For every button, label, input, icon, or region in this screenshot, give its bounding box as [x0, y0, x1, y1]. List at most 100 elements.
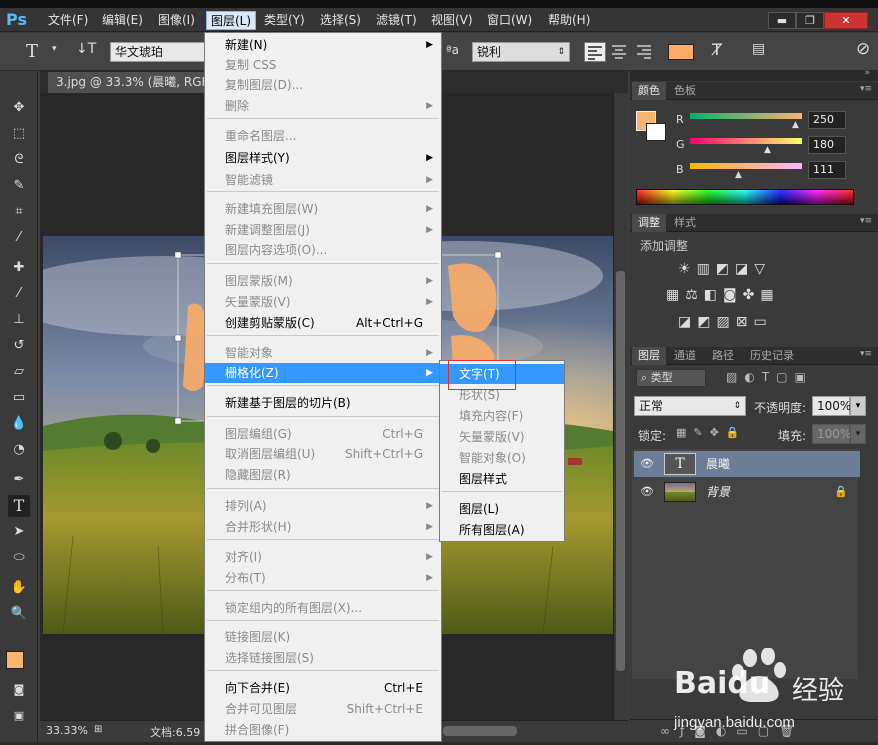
crop-tool-icon[interactable]: ⌗ — [8, 201, 30, 223]
menu-view[interactable]: 视图(V) — [427, 11, 477, 30]
menu-file[interactable]: 文件(F) — [44, 11, 92, 30]
layer-menu-item[interactable]: 分布(T) ▶ — [205, 568, 441, 588]
layer-menu-item[interactable]: 隐藏图层(R) — [205, 465, 441, 485]
layer-menu-item[interactable]: 复制图层(D)... — [205, 75, 441, 95]
curves-icon[interactable]: ◩ — [716, 261, 735, 277]
scrollbar-thumb[interactable] — [616, 271, 625, 671]
panel-menu-icon[interactable]: ▾≡ — [860, 216, 872, 226]
rasterize-submenu-item[interactable]: 填充内容(F) — [440, 406, 564, 426]
layer-menu-item[interactable]: 栅格化(Z) ▶ — [205, 363, 441, 383]
text-tool-preset-icon[interactable]: T — [26, 41, 38, 62]
align-center-button[interactable] — [609, 42, 631, 62]
lock-icons[interactable]: ▦✎✥🔒 — [676, 426, 747, 439]
dodge-tool-icon[interactable]: ◔ — [8, 439, 30, 461]
layer-menu-item[interactable]: 合并形状(H) ▶ — [205, 517, 441, 537]
green-value[interactable]: 180 — [808, 136, 846, 154]
document-tab[interactable]: 3.jpg @ 33.3% (晨曦, RGB/8 — [48, 72, 230, 93]
chevron-down-icon[interactable]: ▾ — [52, 44, 57, 54]
collapse-icon[interactable]: » — [864, 68, 870, 78]
layer-menu-item[interactable]: 拼合图像(F) — [205, 720, 441, 740]
layer-menu-item[interactable]: 新建填充图层(W) ▶ — [205, 199, 441, 219]
layer-menu-item[interactable]: 锁定组内的所有图层(X)... — [205, 598, 441, 618]
balance-icon[interactable]: ⚖ — [685, 287, 704, 303]
tab-layers[interactable]: 图层 — [632, 347, 666, 365]
adjustment-icons-row1[interactable]: ☀▥◩◪▽ — [678, 261, 771, 277]
screen-mode-icon[interactable]: ▣ — [8, 705, 30, 727]
zoom-tool-icon[interactable]: 🔍 — [8, 603, 30, 625]
rasterize-submenu-item[interactable]: 智能对象(O) — [440, 448, 564, 468]
warp-text-icon[interactable]: Ⱦ — [712, 40, 722, 59]
layer-row-background[interactable]: 👁 背景 🔒 — [634, 479, 860, 505]
pen-tool-icon[interactable]: ✒ — [8, 469, 30, 491]
layer-menu-item[interactable]: 合并可见图层 Shift+Ctrl+E — [205, 699, 441, 719]
vertical-scrollbar[interactable] — [613, 93, 627, 720]
menu-window[interactable]: 窗口(W) — [483, 11, 536, 30]
brush-tool-icon[interactable]: ⁄ — [8, 283, 30, 305]
quick-mask-icon[interactable]: ◙ — [8, 679, 30, 701]
align-right-button[interactable] — [634, 42, 656, 62]
layer-menu-item[interactable]: 图层编组(G) Ctrl+G — [205, 424, 441, 444]
posterize-icon[interactable]: ◩ — [697, 314, 716, 330]
lookup-icon[interactable]: ▦ — [760, 287, 779, 303]
selective-color-icon[interactable]: ⊠ — [736, 314, 754, 330]
layer-menu-item[interactable]: 图层蒙版(M) ▶ — [205, 271, 441, 291]
layer-menu-item[interactable]: 创建剪贴蒙版(C) Alt+Ctrl+G — [205, 313, 441, 333]
filter-shape-icon[interactable]: ▢ — [776, 370, 794, 384]
history-brush-tool-icon[interactable]: ↺ — [8, 335, 30, 357]
marquee-tool-icon[interactable]: ⬚ — [8, 123, 30, 145]
gradient-tool-icon[interactable]: ▭ — [8, 387, 30, 409]
gradient-icon[interactable]: ▭ — [753, 314, 772, 330]
menu-help[interactable]: 帮助(H) — [544, 11, 594, 30]
layer-menu-item[interactable]: 矢量蒙版(V) ▶ — [205, 292, 441, 312]
photo-filter-icon[interactable]: ◙ — [723, 287, 743, 303]
invert-icon[interactable]: ◪ — [678, 314, 697, 330]
filter-smart-icon[interactable]: ▣ — [795, 370, 813, 384]
ellipse-tool-icon[interactable]: ⬭ — [8, 547, 30, 569]
menu-layer[interactable]: 图层(L) — [206, 11, 257, 30]
blend-mode-select[interactable]: 正常 ⇕ — [634, 396, 746, 416]
type-tool-icon[interactable]: T — [8, 495, 30, 517]
lock-pixels-icon[interactable]: ✎ — [693, 426, 709, 439]
lasso-tool-icon[interactable]: ᘓ — [8, 149, 30, 171]
menu-select[interactable]: 选择(S) — [316, 11, 365, 30]
tab-history[interactable]: 历史记录 — [744, 347, 800, 365]
tab-adjustments[interactable]: 调整 — [632, 214, 666, 232]
cancel-icon[interactable]: ⊘ — [856, 39, 870, 59]
channel-mixer-icon[interactable]: ✤ — [743, 287, 761, 303]
layer-row-text[interactable]: 👁 T 晨曦 — [634, 451, 860, 477]
rasterize-submenu-item[interactable]: 图层(L) — [440, 499, 564, 519]
layer-menu-item[interactable]: 新建基于图层的切片(B) — [205, 393, 441, 413]
eye-icon[interactable]: 👁 — [640, 479, 654, 505]
color-background-swatch[interactable] — [646, 123, 666, 141]
lock-transparent-icon[interactable]: ▦ — [676, 426, 693, 439]
blue-slider[interactable] — [690, 163, 802, 169]
tab-swatches[interactable]: 色板 — [668, 82, 702, 100]
bw-icon[interactable]: ◧ — [704, 287, 723, 303]
text-orientation-icon[interactable]: ↓T — [76, 41, 96, 57]
menu-edit[interactable]: 编辑(E) — [98, 11, 147, 30]
font-family-field[interactable]: 华文琥珀 — [110, 42, 206, 62]
red-slider-handle[interactable]: ▲ — [792, 120, 799, 130]
layer-menu-item[interactable]: 删除 ▶ — [205, 96, 441, 116]
threshold-icon[interactable]: ▨ — [716, 314, 735, 330]
tab-paths[interactable]: 路径 — [706, 347, 740, 365]
character-panel-icon[interactable]: ▤ — [752, 41, 765, 57]
vibrance-icon[interactable]: ▦ — [666, 287, 685, 303]
color-spectrum-bar[interactable] — [636, 189, 854, 205]
align-left-button[interactable] — [584, 42, 606, 62]
quick-select-tool-icon[interactable]: ✎ — [8, 175, 30, 197]
layer-menu-item[interactable]: 图层样式(Y) ▶ — [205, 148, 441, 168]
adjustment-icons-row3[interactable]: ◪◩▨⊠▭ — [678, 314, 773, 330]
green-slider[interactable] — [690, 138, 802, 144]
filter-adjust-icon[interactable]: ◐ — [744, 370, 761, 384]
lock-all-icon[interactable]: 🔒 — [726, 426, 747, 439]
layer-menu-item[interactable]: 智能滤镜 ▶ — [205, 170, 441, 190]
tab-color[interactable]: 颜色 — [632, 82, 666, 100]
hand-tool-icon[interactable]: ✋ — [8, 577, 30, 599]
layer-menu-item[interactable]: 复制 CSS — [205, 55, 441, 75]
menu-type[interactable]: 类型(Y) — [260, 11, 309, 30]
fill-dropdown-icon[interactable]: ▾ — [850, 424, 866, 444]
layer-menu-item[interactable]: 链接图层(K) — [205, 627, 441, 647]
brightness-icon[interactable]: ☀ — [678, 261, 697, 277]
blur-tool-icon[interactable]: 💧 — [8, 413, 30, 435]
